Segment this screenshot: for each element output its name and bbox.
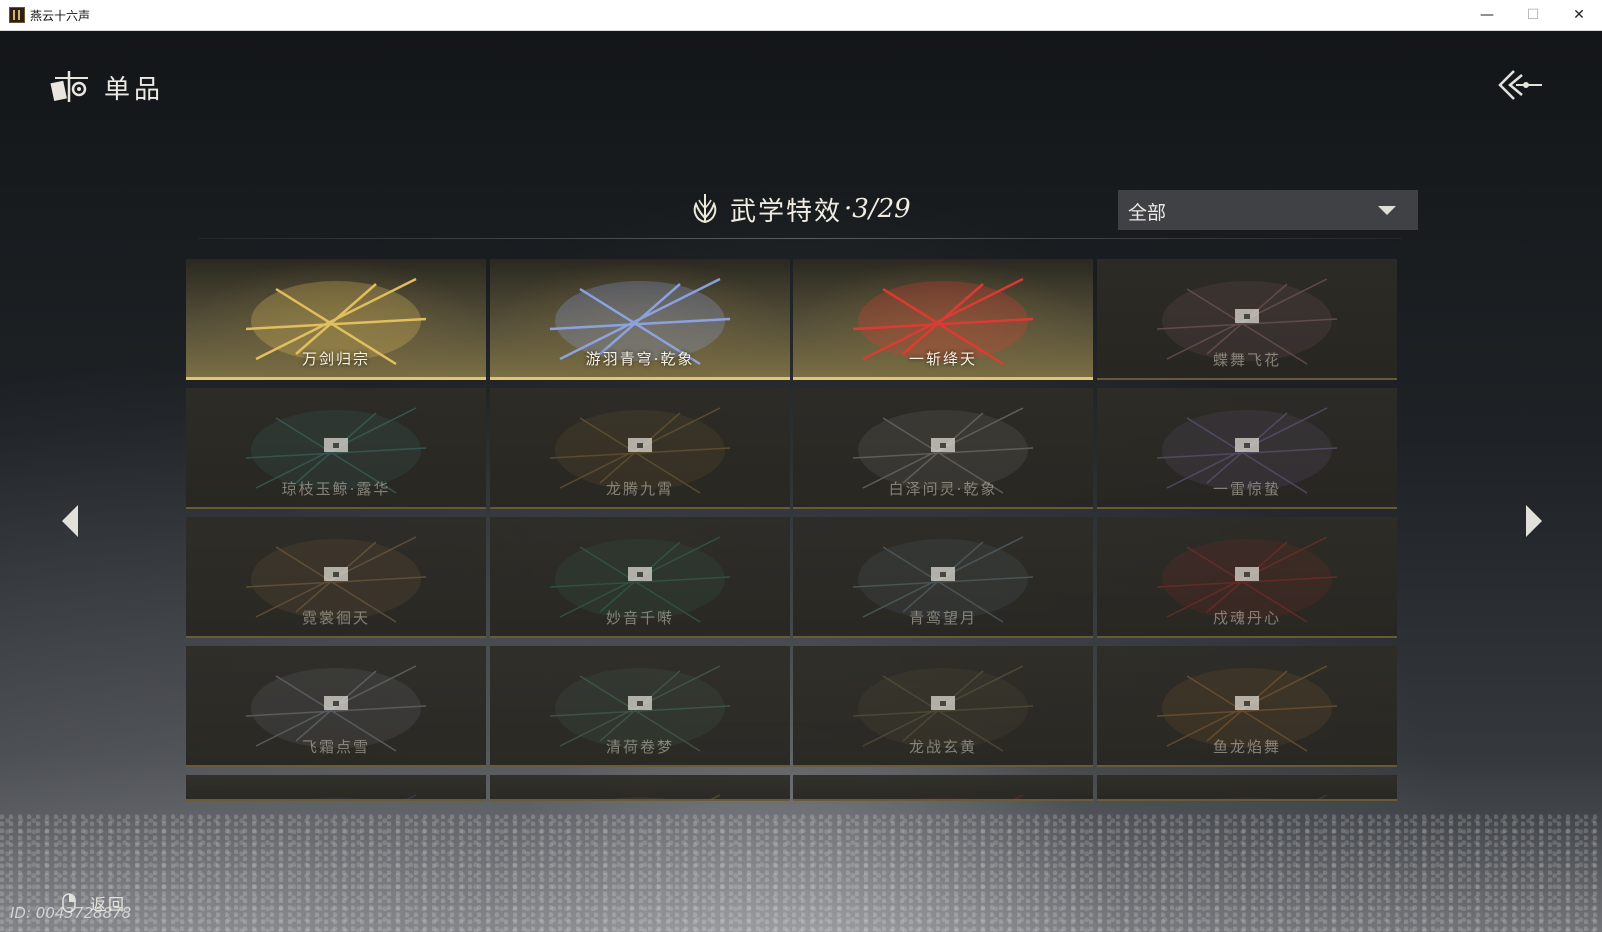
effects-grid: 万剑归宗 游羽青穹·乾象 一斩绛天 蝶舞飞花琼枝玉鲸·露华 龙腾九霄 白泽问灵·乾象 一雷惊…: [186, 259, 1418, 845]
effect-name: 万剑归宗: [301, 350, 370, 368]
effect-card[interactable]: 蝶舞飞花: [1097, 259, 1397, 380]
lock-icon: [628, 438, 652, 452]
effect-name: 妙音千啭: [605, 609, 674, 627]
effect-card[interactable]: 霓裳徊天: [186, 517, 486, 638]
section-divider: [198, 238, 1402, 239]
effect-name: 游羽青穹·乾象: [585, 350, 695, 368]
lock-icon: [1235, 438, 1259, 452]
effect-name: 蝶舞飞花: [1212, 351, 1281, 369]
collection-icon: [50, 71, 88, 102]
section-label: 武学特效: [730, 196, 843, 227]
lock-icon: [1235, 696, 1259, 710]
effect-name: 龙腾九霄: [605, 480, 674, 498]
effect-card[interactable]: 万剑归宗: [186, 259, 486, 380]
partial-red-illustration: [916, 794, 1024, 799]
lock-icon: [324, 567, 348, 581]
effect-card[interactable]: 青鸾望月: [793, 517, 1093, 638]
lock-icon: [1235, 309, 1259, 323]
collection-count: ·3/29: [844, 194, 911, 224]
effect-name: 一斩绛天: [908, 350, 977, 368]
effect-card[interactable]: [1097, 775, 1397, 801]
effect-card[interactable]: [490, 775, 790, 801]
effect-name: 青鸾望月: [908, 609, 977, 627]
effect-name: 琼枝玉鲸·露华: [281, 480, 391, 498]
effect-name: 戍魂丹心: [1212, 609, 1281, 627]
effect-card[interactable]: 飞霜点雪: [186, 646, 486, 767]
effect-card[interactable]: 龙腾九霄: [490, 388, 790, 509]
filter-selected-value: 全部: [1128, 202, 1167, 224]
effect-card[interactable]: 一雷惊蛰: [1097, 388, 1397, 509]
chevron-right-icon[interactable]: [1524, 503, 1544, 539]
lock-icon: [1235, 567, 1259, 581]
chevron-left-icon[interactable]: [60, 503, 80, 539]
effect-name: 白泽问灵·乾象: [888, 480, 998, 498]
lock-icon: [628, 567, 652, 581]
filter-dropdown[interactable]: 全部: [1118, 190, 1418, 230]
player-id: ID: 0043728878: [10, 904, 132, 922]
effect-name: 鱼龙焰舞: [1212, 738, 1281, 756]
section-heading: 武学特效 ·3/29: [690, 189, 911, 229]
effect-card[interactable]: [793, 775, 1093, 801]
lock-icon: [628, 696, 652, 710]
effect-name: 飞霜点雪: [301, 738, 370, 756]
page-title: 单品: [104, 75, 165, 105]
lock-icon: [931, 567, 955, 581]
triple-chevron-back-icon[interactable]: [1496, 67, 1544, 103]
effect-card[interactable]: 白泽问灵·乾象: [793, 388, 1093, 509]
effect-card[interactable]: [186, 775, 486, 801]
game-viewport: 单品 武学特效 ·3/29 全部 万剑归宗 游羽青穹·乾象 一斩绛天 蝶舞飞花琼枝玉鲸…: [0, 31, 1602, 932]
chevron-down-icon: [1378, 206, 1396, 215]
minimize-button[interactable]: —: [1464, 0, 1510, 30]
effect-card[interactable]: 鱼龙焰舞: [1097, 646, 1397, 767]
effect-card[interactable]: 琼枝玉鲸·露华: [186, 388, 486, 509]
lock-icon: [324, 438, 348, 452]
app-icon: [9, 7, 25, 23]
maximize-button[interactable]: ☐: [1510, 0, 1556, 30]
close-button[interactable]: ✕: [1556, 0, 1602, 30]
effect-card[interactable]: 戍魂丹心: [1097, 517, 1397, 638]
lock-icon: [931, 438, 955, 452]
effect-card[interactable]: 龙战玄黄: [793, 646, 1093, 767]
effect-card[interactable]: 游羽青穹·乾象: [490, 259, 790, 380]
effect-card[interactable]: 一斩绛天: [793, 259, 1093, 380]
effect-name: 霓裳徊天: [301, 609, 370, 627]
lotus-emblem-icon: [693, 194, 717, 224]
partial-gold-illustration: [613, 794, 721, 799]
effect-name: 清荷卷梦: [605, 738, 674, 756]
window-titlebar: 燕云十六声 — ☐ ✕: [0, 0, 1602, 31]
partial-blue-illustration: [309, 794, 417, 799]
effect-name: 一雷惊蛰: [1212, 480, 1281, 498]
effect-name: 龙战玄黄: [908, 738, 977, 756]
effect-card[interactable]: 妙音千啭: [490, 517, 790, 638]
window-title: 燕云十六声: [30, 9, 91, 23]
lock-icon: [931, 696, 955, 710]
effect-card[interactable]: 清荷卷梦: [490, 646, 790, 767]
partial-dark-illustration: [1220, 794, 1328, 799]
lock-icon: [324, 696, 348, 710]
